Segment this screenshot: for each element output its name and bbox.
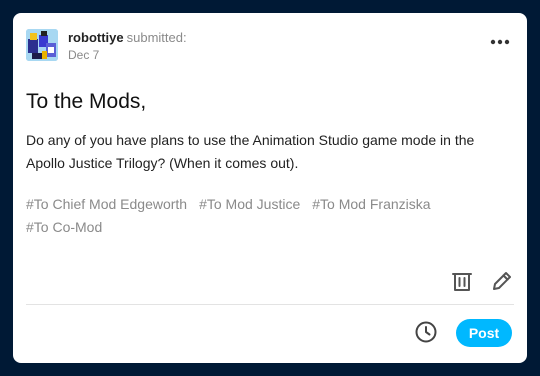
tag-link[interactable]: #To Mod Justice <box>199 193 300 216</box>
more-options-button[interactable] <box>489 35 511 49</box>
post-body: Do any of you have plans to use the Anim… <box>26 132 475 171</box>
post-button[interactable]: Post <box>456 319 512 347</box>
delete-button[interactable] <box>450 269 474 293</box>
post-title: To the Mods, <box>26 90 147 113</box>
divider <box>26 304 514 305</box>
trash-icon <box>452 273 472 291</box>
edit-button[interactable] <box>490 269 514 293</box>
tag-list: #To Chief Mod Edgeworth #To Mod Justice #T… <box>26 193 516 239</box>
post-header: robottiye submitted: Dec 7 <box>26 27 514 63</box>
author-name[interactable]: robottiye <box>68 30 124 45</box>
pencil-icon <box>493 272 511 290</box>
tag-link[interactable]: #To Chief Mod Edgeworth <box>26 193 187 216</box>
clock-icon <box>415 321 437 343</box>
schedule-button[interactable] <box>414 320 438 344</box>
tag-link[interactable]: #To Co-Mod <box>26 216 102 239</box>
tag-link[interactable]: #To Mod Franziska <box>312 193 430 216</box>
author-line: robottiye submitted: <box>68 30 187 46</box>
avatar[interactable] <box>26 29 58 61</box>
more-dots-icon <box>490 39 510 45</box>
post-date: Dec 7 <box>68 48 100 62</box>
post-card: robottiye submitted: Dec 7 To the Mods, D… <box>13 13 527 363</box>
submitted-label: submitted: <box>126 30 187 45</box>
